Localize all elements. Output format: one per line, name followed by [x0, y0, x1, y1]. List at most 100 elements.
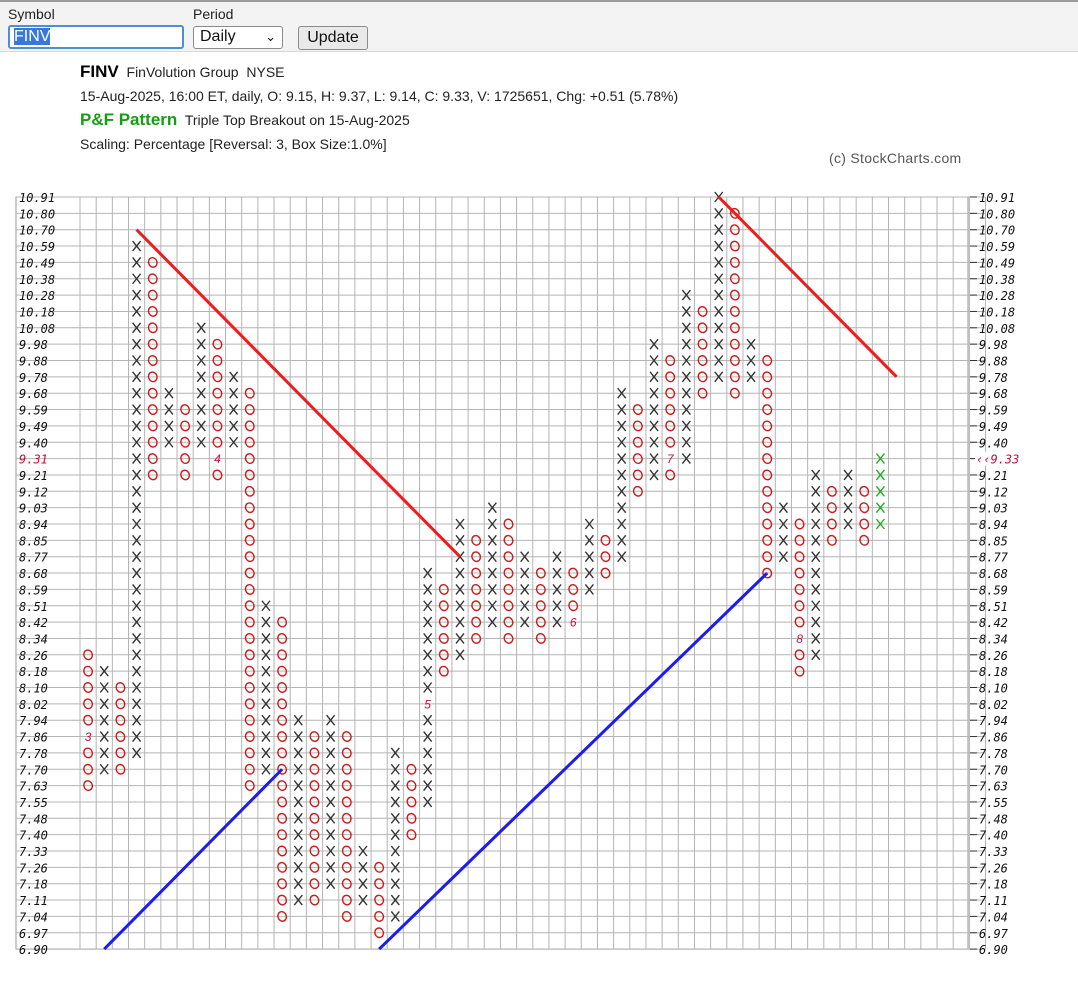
y-tick-label-left: 7.04 [19, 910, 48, 924]
y-tick-label-right: 6.90 [979, 943, 1008, 957]
y-tick-label-left: 7.11 [19, 894, 48, 908]
exchange: NYSE [246, 64, 285, 80]
y-tick-label-right: 10.28 [979, 289, 1015, 303]
y-tick-label-right: 9.40 [979, 436, 1008, 450]
y-tick-label-left: 10.38 [19, 273, 55, 287]
month-marker: 8 [796, 632, 803, 646]
y-tick-label-right: 7.11 [979, 894, 1008, 908]
y-tick-label-right: 10.49 [979, 256, 1015, 270]
y-tick-label-right: 10.70 [979, 224, 1015, 238]
y-tick-label-left: 10.59 [19, 240, 55, 254]
y-tick-label-right: 8.42 [979, 616, 1008, 630]
scaling-line: Scaling: Percentage [Reversal: 3, Box Si… [80, 136, 387, 152]
y-tick-label-left: 10.70 [19, 224, 55, 238]
y-tick-label-left: 9.98 [19, 338, 48, 352]
toolbar: Symbol FINV Period Daily ⌄ Update [0, 0, 1078, 52]
pattern-text: Triple Top Breakout on 15-Aug-2025 [184, 112, 410, 128]
period-value: Daily [200, 28, 236, 45]
y-tick-label-left: 7.86 [19, 731, 48, 745]
y-tick-label-right: 10.59 [979, 240, 1015, 254]
y-tick-label-right: 7.26 [979, 861, 1008, 875]
y-tick-label-right: 8.94 [979, 518, 1008, 532]
y-tick-label-right: 9.03 [979, 502, 1008, 516]
y-tick-label-right: 8.10 [979, 682, 1008, 696]
y-tick-label-right: 7.86 [979, 731, 1008, 745]
y-tick-label-left: 8.77 [19, 551, 49, 565]
period-label: Period [193, 6, 234, 22]
y-tick-label-right: 9.12 [979, 485, 1008, 499]
chevron-down-icon: ⌄ [265, 29, 276, 44]
y-tick-label-left: 7.48 [19, 812, 48, 826]
y-tick-label-left: 7.70 [19, 763, 48, 777]
y-tick-label-right: 9.78 [979, 371, 1008, 385]
update-button[interactable]: Update [298, 26, 368, 50]
ticker: FINV [80, 62, 119, 81]
y-tick-label-left: 9.59 [19, 404, 48, 418]
y-tick-label-left: 8.18 [19, 665, 48, 679]
pf-chart: 10.91 10.91 10.80 10.80 10.70 10.70 10.59 10.59… [15, 191, 1035, 957]
month-marker: 5 [424, 697, 431, 711]
y-tick-label-left: 10.28 [19, 289, 55, 303]
y-tick-label-right: 8.59 [979, 583, 1008, 597]
y-tick-label-right: 8.34 [979, 632, 1008, 646]
month-marker: 3 [85, 730, 92, 744]
y-tick-label-left: 9.40 [19, 436, 48, 450]
y-tick-label-left: 8.26 [19, 649, 48, 663]
y-tick-label-left: 10.18 [19, 305, 55, 319]
y-tick-label-right: 9.98 [979, 338, 1008, 352]
y-tick-label-right: 10.08 [979, 322, 1015, 336]
y-tick-label-right: 7.04 [979, 910, 1008, 924]
y-tick-label-right: 8.18 [979, 665, 1008, 679]
pattern-line: P&F Pattern Triple Top Breakout on 15-Au… [80, 110, 410, 130]
y-tick-label-left: 10.80 [19, 207, 55, 221]
y-tick-label-right: 7.63 [979, 780, 1008, 794]
y-tick-label-left: 10.91 [19, 191, 55, 205]
y-tick-label-left: 8.59 [19, 583, 48, 597]
y-tick-label-left: 7.94 [19, 714, 48, 728]
y-tick-label-left: 7.40 [19, 829, 48, 843]
y-tick-label-right: 9.59 [979, 404, 1008, 418]
y-tick-label-left: 7.63 [19, 780, 48, 794]
y-tick-label-left: 9.21 [19, 469, 48, 483]
y-tick-label-right: 7.55 [979, 796, 1008, 810]
credit: (c) StockCharts.com [829, 150, 962, 166]
y-tick-label-right: 8.02 [979, 698, 1008, 712]
y-tick-label-right: 10.18 [979, 305, 1015, 319]
y-tick-label-left: 9.03 [19, 502, 48, 516]
y-tick-label-right: 9.21 [979, 469, 1008, 483]
month-marker: 4 [214, 452, 221, 466]
y-tick-label-left: 10.49 [19, 256, 55, 270]
symbol-label: Symbol [8, 6, 55, 22]
month-marker: 6 [570, 616, 577, 630]
chart-title-line: FINV FinVolution Group NYSE [80, 62, 285, 82]
y-tick-label-left: 7.33 [19, 845, 48, 859]
y-tick-label-left: 7.78 [19, 747, 48, 761]
y-tick-label-left: 8.94 [19, 518, 48, 532]
y-tick-label-left: 7.55 [19, 796, 48, 810]
y-tick-label-left: 9.12 [19, 485, 48, 499]
y-tick-label-right: 8.68 [979, 567, 1008, 581]
y-tick-label-right: 7.78 [979, 747, 1008, 761]
y-tick-label-right: 9.88 [979, 355, 1008, 369]
period-select[interactable]: Daily ⌄ [193, 26, 283, 49]
y-tick-label-right: 8.26 [979, 649, 1008, 663]
symbol-value: FINV [14, 28, 51, 45]
y-tick-label-left: 8.85 [19, 534, 48, 548]
y-tick-label-right: 8.51 [979, 600, 1008, 614]
y-tick-label-left: 9.88 [19, 355, 48, 369]
y-tick-label-left: 6.90 [19, 943, 48, 957]
y-tick-label-left: 8.02 [19, 698, 48, 712]
y-tick-label-right: 10.80 [979, 207, 1015, 221]
y-tick-label-left: 8.51 [19, 600, 48, 614]
y-tick-label-right: 7.94 [979, 714, 1008, 728]
y-tick-label-right: 7.18 [979, 878, 1008, 892]
y-tick-label-left: 7.26 [19, 861, 48, 875]
y-tick-label-right: 8.77 [979, 551, 1009, 565]
y-tick-label-left: 6.97 [19, 927, 49, 941]
y-tick-label-right: 7.48 [979, 812, 1008, 826]
y-tick-label-left: 9.68 [19, 387, 48, 401]
y-tick-label-right: 7.33 [979, 845, 1008, 859]
y-tick-label-left: 7.18 [19, 878, 48, 892]
symbol-input[interactable]: FINV [8, 25, 184, 49]
y-tick-label-right: 6.97 [979, 927, 1009, 941]
